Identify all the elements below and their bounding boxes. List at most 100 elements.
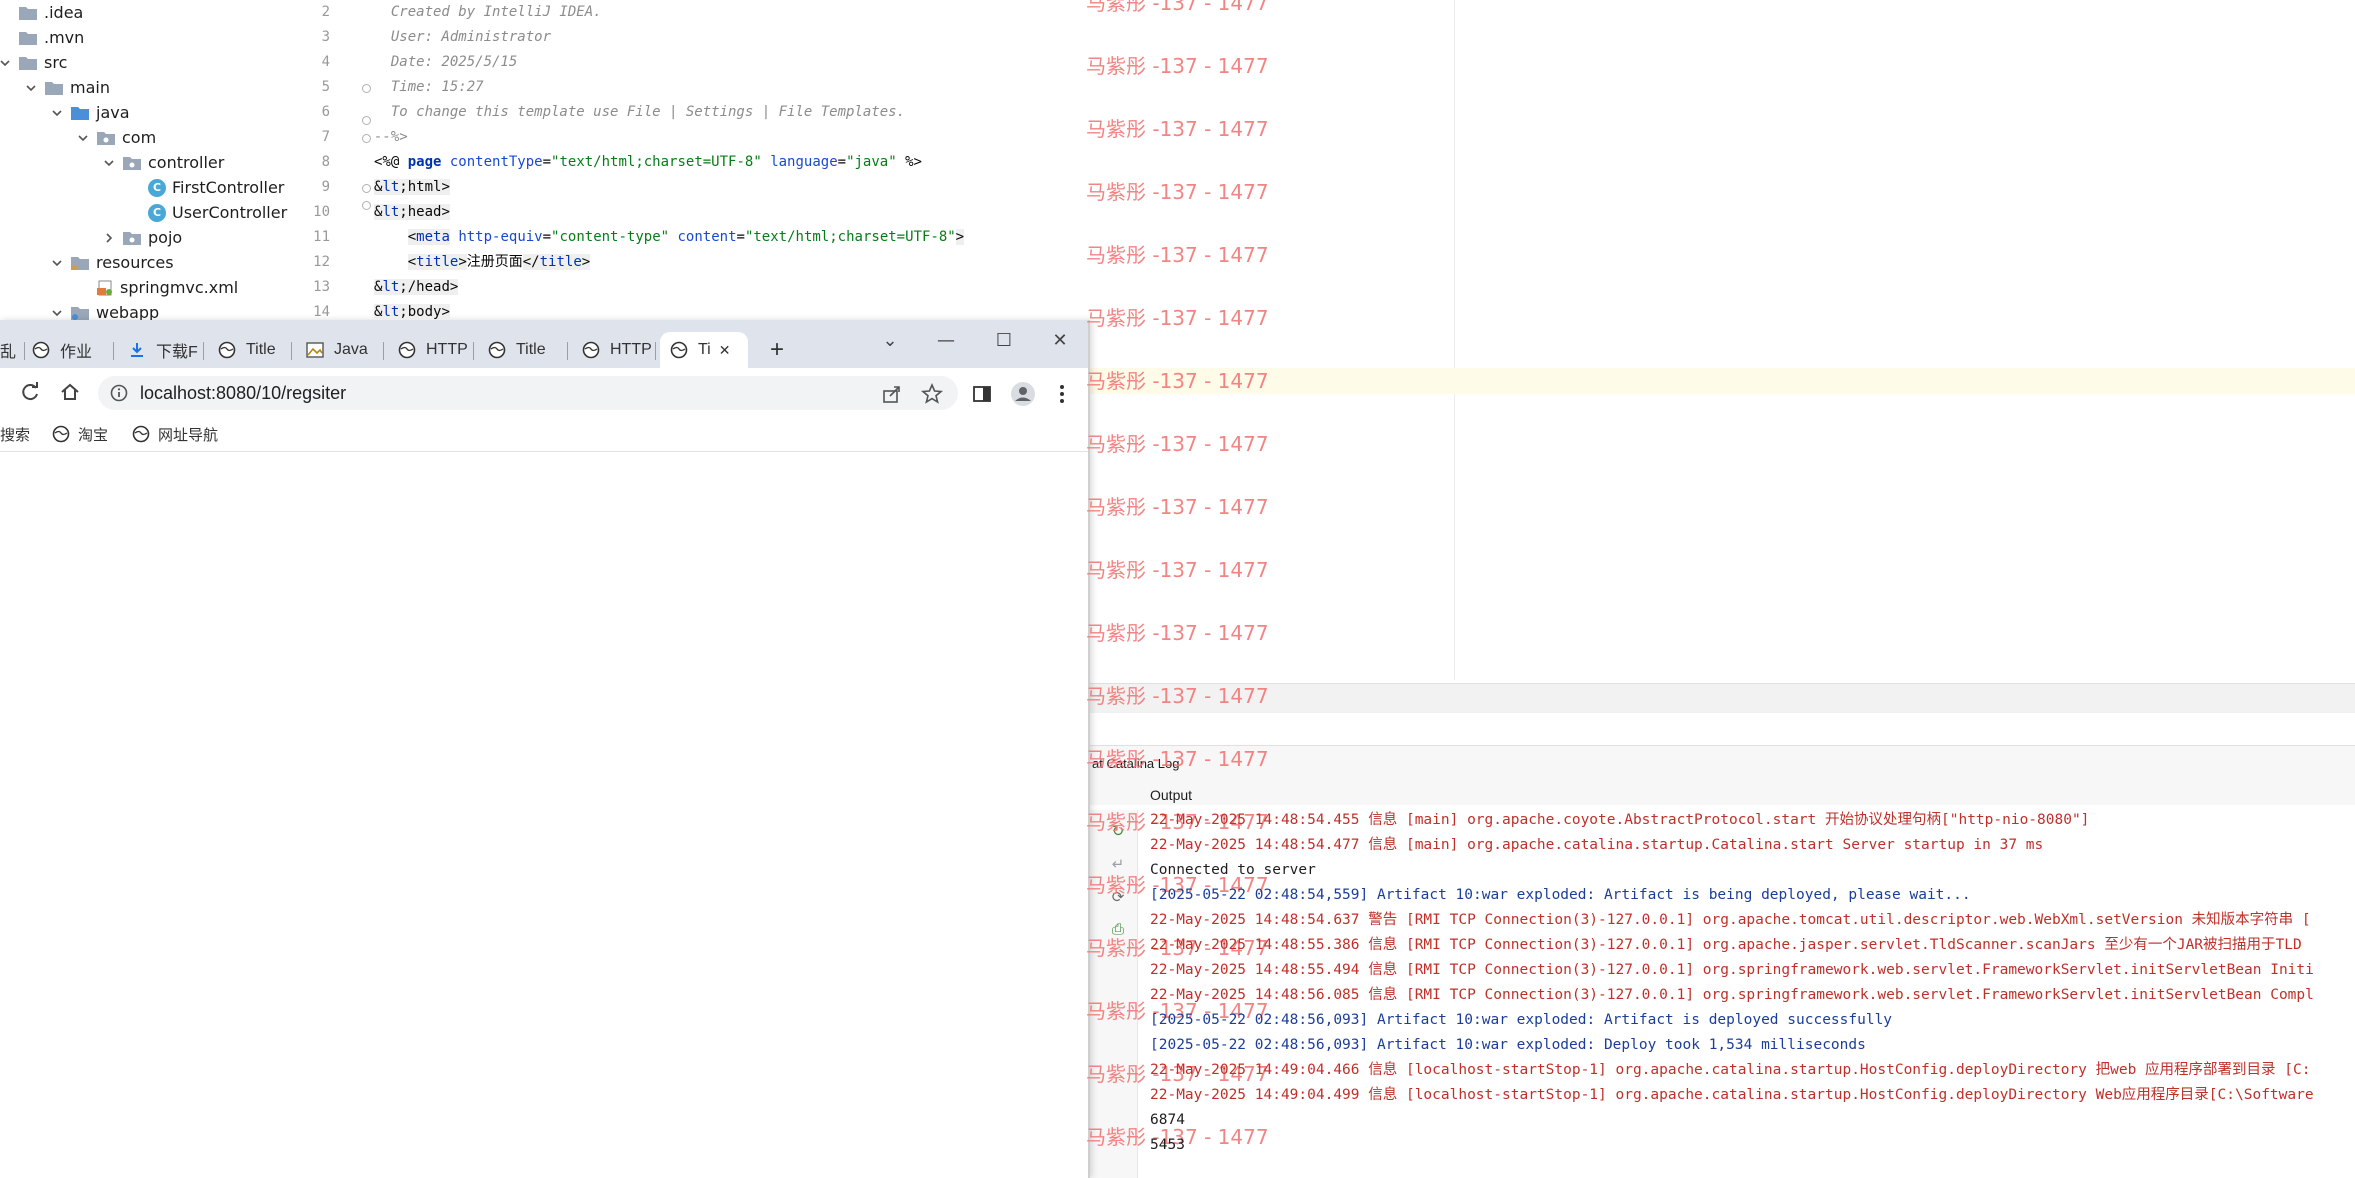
- browser-tab[interactable]: Title: [208, 332, 292, 368]
- fold-marker-icon[interactable]: [362, 184, 371, 193]
- fold-marker-icon[interactable]: [362, 84, 371, 93]
- share-icon[interactable]: [880, 382, 904, 406]
- tree-item[interactable]: .idea: [0, 0, 83, 25]
- more-menu-icon[interactable]: [1050, 382, 1074, 406]
- scroll-to-end-icon[interactable]: ⟳: [1108, 888, 1128, 908]
- console-line[interactable]: 6874: [1150, 1108, 1185, 1133]
- console-line[interactable]: [2025-05-22 02:48:56,093] Artifact 10:wa…: [1150, 1008, 1892, 1033]
- tree-item[interactable]: main: [24, 75, 110, 100]
- code-line[interactable]: &lt;/head>: [374, 275, 459, 300]
- class-icon: C: [148, 203, 166, 222]
- close-tab-icon[interactable]: ✕: [719, 342, 731, 359]
- bookmark-taobao[interactable]: 淘宝: [52, 424, 108, 444]
- maximize-button[interactable]: ☐: [984, 330, 1024, 358]
- panel-splitter[interactable]: [1088, 683, 2355, 713]
- print-icon[interactable]: ⎙: [1108, 920, 1128, 940]
- chevron-down-icon[interactable]: [0, 56, 12, 70]
- console-line[interactable]: 22-May-2025 14:48:55.386 信息 [RMI TCP Con…: [1150, 933, 2302, 958]
- folder-icon: [44, 80, 64, 96]
- console-line[interactable]: Connected to server: [1150, 858, 1316, 883]
- code-line[interactable]: <title>注册页面</title>: [374, 250, 591, 275]
- bookmark-star-icon[interactable]: [920, 382, 944, 406]
- code-line[interactable]: To change this template use File | Setti…: [374, 100, 905, 125]
- chevron-right-icon[interactable]: [102, 231, 116, 245]
- tree-item[interactable]: C UserController: [128, 200, 287, 225]
- chevron-down-icon[interactable]: [50, 256, 64, 270]
- tree-item[interactable]: resources: [50, 250, 174, 275]
- tab-search-chevron-icon[interactable]: ⌄: [870, 330, 910, 358]
- home-icon[interactable]: [58, 380, 82, 404]
- chevron-down-icon[interactable]: [50, 306, 64, 320]
- chevron-down-icon[interactable]: [50, 106, 64, 120]
- info-icon[interactable]: [110, 384, 128, 402]
- console-line[interactable]: [2025-05-22 02:48:56,093] Artifact 10:wa…: [1150, 1033, 1866, 1058]
- code-line[interactable]: &lt;html>: [374, 175, 450, 200]
- tree-item[interactable]: springmvc.xml: [76, 275, 238, 300]
- console-line[interactable]: 5453: [1150, 1133, 1185, 1158]
- code-line[interactable]: User: Administrator: [374, 25, 551, 50]
- side-panel-icon[interactable]: [970, 382, 994, 406]
- tree-item[interactable]: com: [76, 125, 156, 150]
- browser-tab[interactable]: HTTP: [572, 332, 656, 368]
- browser-tab[interactable]: Ti ✕: [660, 332, 748, 368]
- tree-item[interactable]: java: [50, 100, 130, 125]
- browser-tab[interactable]: 乱: [0, 332, 20, 368]
- code-line[interactable]: --%>: [374, 125, 408, 150]
- web-page-viewport[interactable]: [0, 452, 1088, 1178]
- bookmark-label: 网址导航: [158, 426, 219, 444]
- tree-item[interactable]: .mvn: [0, 25, 84, 50]
- browser-tab[interactable]: HTTP: [388, 332, 474, 368]
- browser-tab[interactable]: Title: [478, 332, 568, 368]
- console-line[interactable]: 22-May-2025 14:49:04.499 信息 [localhost-s…: [1150, 1083, 2314, 1108]
- line-number: 3: [321, 29, 330, 45]
- console-line[interactable]: 22-May-2025 14:49:04.466 信息 [localhost-s…: [1150, 1058, 2310, 1083]
- chevron-down-icon[interactable]: [76, 131, 90, 145]
- bookmark-nav[interactable]: 网址导航: [132, 424, 218, 444]
- line-number: 6: [321, 104, 330, 120]
- console-line[interactable]: [2025-05-22 02:48:54,559] Artifact 10:wa…: [1150, 883, 1971, 908]
- code-line[interactable]: Created by IntelliJ IDEA.: [374, 0, 602, 25]
- address-bar[interactable]: localhost:8080/10/regsiter: [98, 376, 958, 410]
- fold-marker-icon[interactable]: [362, 134, 371, 143]
- globe-icon: [218, 341, 236, 359]
- tree-item-label: webapp: [96, 303, 160, 320]
- tree-item[interactable]: webapp: [50, 300, 159, 320]
- catalina-log-tab[interactable]: at Catalina Log: [1088, 752, 1388, 776]
- console-line[interactable]: 22-May-2025 14:48:55.494 信息 [RMI TCP Con…: [1150, 958, 2314, 983]
- browser-tab[interactable]: Java: [296, 332, 384, 368]
- profile-avatar-icon[interactable]: [1010, 381, 1036, 407]
- code-line[interactable]: <meta http-equiv="content-type" content=…: [374, 225, 965, 250]
- soft-wrap-icon[interactable]: ↵: [1108, 855, 1128, 875]
- reload-icon[interactable]: [18, 380, 42, 404]
- code-line[interactable]: &lt;body>: [374, 300, 450, 325]
- bookmark-search[interactable]: 搜索: [0, 424, 30, 444]
- chevron-down-icon[interactable]: [102, 156, 116, 170]
- tab-title: 乱: [0, 344, 17, 361]
- right-margin-guide: [1454, 0, 1455, 680]
- console-line[interactable]: 22-May-2025 14:48:54.455 信息 [main] org.a…: [1150, 808, 2089, 833]
- browser-tab[interactable]: 下载F: [118, 332, 204, 368]
- tree-item-label: .mvn: [44, 28, 85, 47]
- tree-item[interactable]: src: [0, 50, 67, 75]
- close-window-button[interactable]: ✕: [1040, 330, 1080, 358]
- tree-item[interactable]: C FirstController: [128, 175, 284, 200]
- console-line[interactable]: 22-May-2025 14:48:56.085 信息 [RMI TCP Con…: [1150, 983, 2314, 1008]
- url-text[interactable]: localhost:8080/10/regsiter: [140, 383, 346, 404]
- console-line[interactable]: 22-May-2025 14:48:54.477 信息 [main] org.a…: [1150, 833, 2043, 858]
- rerun-icon[interactable]: ↻: [1108, 822, 1128, 842]
- code-line[interactable]: Date: 2025/5/15: [374, 50, 517, 75]
- code-line[interactable]: &lt;head>: [374, 200, 450, 225]
- browser-tab[interactable]: 作业: [22, 332, 114, 368]
- tree-item[interactable]: controller: [102, 150, 224, 175]
- minimize-button[interactable]: —: [926, 330, 966, 358]
- fold-marker-icon[interactable]: [362, 201, 371, 210]
- chevron-down-icon[interactable]: [24, 81, 38, 95]
- code-line[interactable]: Time: 15:27: [374, 75, 484, 100]
- code-line[interactable]: <%@ page contentType="text/html;charset=…: [374, 150, 922, 175]
- fold-marker-icon[interactable]: [362, 116, 371, 125]
- tree-item[interactable]: pojo: [102, 225, 182, 250]
- console-line[interactable]: 22-May-2025 14:48:54.637 警告 [RMI TCP Con…: [1150, 908, 2311, 933]
- browser-window: localhost:8080/10/regsiter 搜索 淘宝 网址导航 乱 …: [0, 320, 1090, 1178]
- tree-item-label: com: [122, 128, 157, 147]
- new-tab-button[interactable]: +: [762, 332, 798, 368]
